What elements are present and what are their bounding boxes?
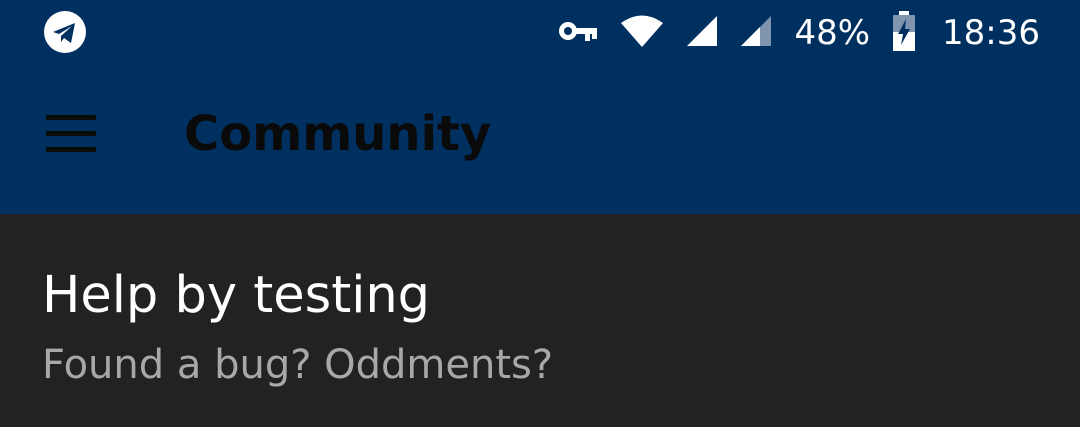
app-bar: Community [0,66,1080,214]
hamburger-menu-icon[interactable] [40,110,100,158]
list-item-help-by-testing[interactable]: Help by testing Found a bug? Oddments? [0,214,1080,427]
signal-weak-icon [740,15,772,52]
status-icons: 48% 18:36 [536,0,1040,66]
vpn-key-icon [558,19,598,48]
telegram-icon [44,11,86,53]
wifi-icon [620,14,664,53]
settings-list: Help by testing Found a bug? Oddments? [0,214,1080,427]
list-item-title: Help by testing [42,266,431,325]
list-item-subtitle: Found a bug? Oddments? [42,342,554,388]
page-title: Community [184,106,492,162]
clock: 18:36 [942,13,1040,53]
battery-percent: 48% [794,13,871,53]
battery-charging-icon [892,10,916,56]
status-bar: 48% 18:36 [0,0,1080,66]
signal-icon [686,15,718,52]
